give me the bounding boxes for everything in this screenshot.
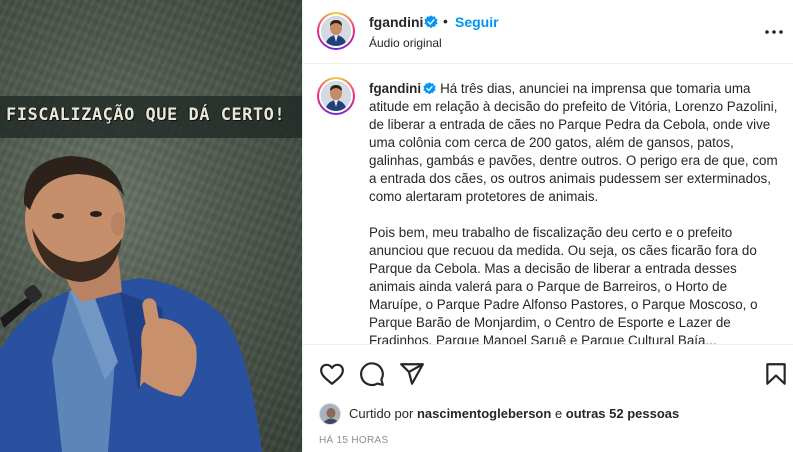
likes-prefix: Curtido por (349, 406, 414, 421)
caption-area: fgandini Há três dias, anunciei na impren… (303, 65, 793, 344)
verified-icon (424, 15, 438, 29)
verified-icon (423, 82, 436, 95)
share-icon[interactable] (399, 361, 425, 387)
media-banner-text: FISCALIZAÇÃO QUE DÁ CERTO! (6, 105, 286, 125)
likes-others-link[interactable]: outras 52 pessoas (566, 406, 679, 421)
avatar-image (321, 81, 351, 111)
post-sidebar: fgandini • Seguir Áudio original fgandin… (302, 0, 793, 452)
save-icon[interactable] (763, 361, 789, 387)
likes-user-link[interactable]: nascimentogleberson (417, 406, 551, 421)
caption-body-1: Há três dias, anunciei na imprensa que t… (369, 81, 778, 204)
author-username[interactable]: fgandini (369, 14, 423, 30)
liker-avatar-image (320, 404, 340, 424)
caption-paragraph-2: Pois bem, meu trabalho de fiscalização d… (369, 225, 758, 344)
heart-icon[interactable] (319, 361, 345, 387)
header-separator: • (443, 13, 448, 29)
likes-summary: Curtido por nascimentogleberson e outras… (319, 403, 789, 425)
post-actions: Curtido por nascimentogleberson e outras… (303, 344, 793, 452)
likes-text: Curtido por nascimentogleberson e outras… (349, 406, 679, 421)
more-options-icon[interactable] (763, 24, 785, 40)
author-avatar[interactable] (317, 12, 355, 50)
comment-icon[interactable] (359, 361, 385, 387)
follow-button[interactable]: Seguir (455, 14, 499, 30)
speaker-photo (0, 156, 262, 452)
post-media[interactable]: FISCALIZAÇÃO QUE DÁ CERTO! (0, 0, 302, 452)
post-timestamp[interactable]: HÁ 15 HORAS (319, 435, 388, 446)
caption-username[interactable]: fgandini (369, 81, 421, 96)
avatar-image (321, 16, 351, 46)
likes-middle: e (554, 406, 563, 421)
audio-label[interactable]: Áudio original (369, 36, 442, 50)
caption-text: fgandini Há três dias, anunciei na impren… (369, 80, 779, 344)
liker-avatar[interactable] (319, 403, 341, 425)
caption-paragraph-1: fgandini Há três dias, anunciei na impren… (369, 80, 779, 206)
caption-avatar[interactable] (317, 77, 355, 115)
post-header: fgandini • Seguir Áudio original (303, 0, 793, 64)
